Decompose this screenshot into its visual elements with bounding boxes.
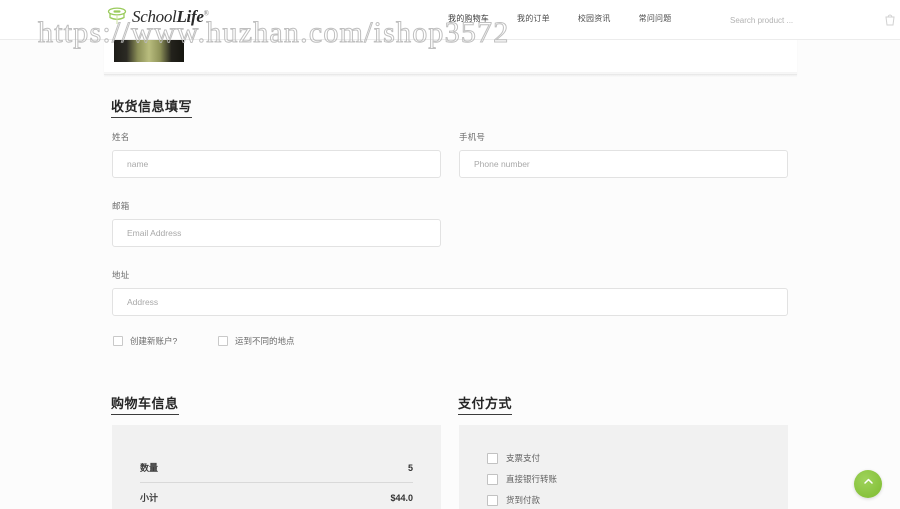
search-container[interactable] <box>728 10 878 30</box>
address-label: 地址 <box>112 270 130 280</box>
create-account-checkbox-row[interactable]: 创建新账户? <box>113 335 177 347</box>
nav-item-cart[interactable]: 我的购物车 <box>448 13 489 24</box>
name-label: 姓名 <box>112 132 130 142</box>
payment-methods-panel: 支票支付 直接银行转账 货到付款 <box>459 425 788 509</box>
card-shadow <box>104 72 797 78</box>
trademark-symbol: ® <box>203 9 209 18</box>
chevron-up-icon <box>862 475 875 493</box>
payment-option-bank-transfer-label: 直接银行转账 <box>506 474 558 484</box>
ship-different-checkbox-row[interactable]: 运到不同的地点 <box>218 335 295 347</box>
ship-different-label: 运到不同的地点 <box>235 336 295 346</box>
payment-section-title: 支付方式 <box>458 393 513 415</box>
checkbox-icon[interactable] <box>113 336 123 346</box>
phone-label: 手机号 <box>459 132 486 142</box>
checkbox-icon[interactable] <box>487 473 498 485</box>
email-label: 邮箱 <box>112 201 130 211</box>
cart-divider <box>140 482 413 483</box>
name-input[interactable] <box>112 150 441 178</box>
email-input[interactable] <box>112 219 441 247</box>
checkbox-icon[interactable] <box>218 336 228 346</box>
cart-quantity-label: 数量 <box>140 463 159 473</box>
create-account-label: 创建新账户? <box>130 336 178 346</box>
cart-quantity-value: 5 <box>407 462 413 473</box>
nav-item-news[interactable]: 校园资讯 <box>578 13 611 24</box>
cart-subtotal-label: 小计 <box>140 493 159 503</box>
nav-item-faq[interactable]: 常问问题 <box>639 13 672 24</box>
main-navigation: 我的购物车 我的订单 校园资讯 常问问题 <box>448 13 671 24</box>
payment-option-cash-on-delivery-label: 货到付款 <box>506 495 541 505</box>
nav-item-orders[interactable]: 我的订单 <box>517 13 550 24</box>
shipping-section-title: 收货信息填写 <box>111 96 193 118</box>
payment-option-check[interactable]: 支票支付 <box>487 452 540 464</box>
checkbox-icon[interactable] <box>487 494 498 506</box>
site-header: SchoolLife® 我的购物车 我的订单 校园资讯 常问问题 <box>0 0 900 40</box>
search-input[interactable] <box>728 14 878 26</box>
phone-input[interactable] <box>459 150 788 178</box>
payment-option-cash-on-delivery[interactable]: 货到付款 <box>487 494 540 506</box>
cart-row-quantity: 数量 5 <box>140 461 413 474</box>
checkbox-icon[interactable] <box>487 452 498 464</box>
address-input[interactable] <box>112 288 788 316</box>
checkout-page: SchoolLife® 我的购物车 我的订单 校园资讯 常问问题 https:/… <box>0 0 900 509</box>
site-logo[interactable]: SchoolLife® <box>104 1 209 33</box>
cart-section-title: 购物车信息 <box>111 393 179 415</box>
graduation-cap-icon <box>104 4 130 30</box>
payment-option-bank-transfer[interactable]: 直接银行转账 <box>487 473 557 485</box>
shopping-cart-icon[interactable] <box>884 13 896 27</box>
scroll-to-top-button[interactable] <box>854 470 882 498</box>
cart-summary-panel: 数量 5 小计 $44.0 <box>112 425 441 509</box>
cart-row-subtotal: 小计 $44.0 <box>140 491 413 504</box>
logo-text: SchoolLife® <box>132 7 209 26</box>
payment-option-check-label: 支票支付 <box>506 453 541 463</box>
cart-subtotal-value: $44.0 <box>390 492 413 503</box>
